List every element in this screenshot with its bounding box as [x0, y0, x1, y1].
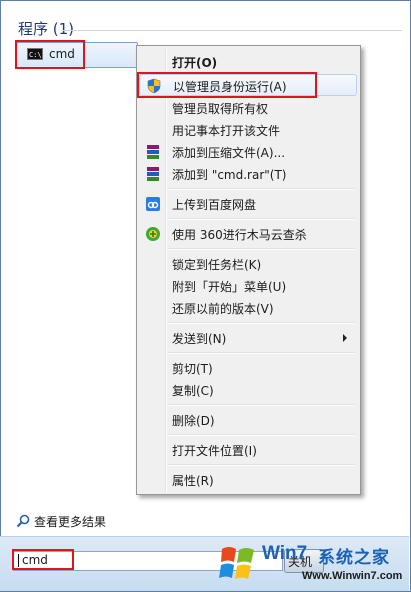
menu-separator	[167, 218, 355, 220]
menu-item-properties[interactable]: 属性(R)	[139, 469, 357, 491]
highlight-box-run-as-admin	[137, 72, 317, 98]
menu-item-open-with-notepad[interactable]: 用记事本打开该文件	[139, 119, 357, 141]
menu-separator	[167, 404, 355, 406]
highlight-box-result	[15, 40, 85, 69]
menu-item-label: 上传到百度网盘	[172, 198, 257, 212]
watermark-brand-text: 系统之家	[318, 548, 390, 568]
menu-item-label: 打开(O)	[172, 56, 218, 70]
submenu-arrow-icon	[343, 334, 347, 342]
menu-item-label: 附到「开始」菜单(U)	[172, 280, 287, 294]
menu-item-label: 还原以前的版本(V)	[172, 302, 274, 316]
menu-separator	[167, 352, 355, 354]
menu-item-copy[interactable]: 复制(C)	[139, 379, 357, 401]
menu-item-open-file-location[interactable]: 打开文件位置(I)	[139, 439, 357, 461]
watermark-site-url: Www.Winwin7.com	[302, 570, 403, 582]
menu-item-label: 删除(D)	[172, 414, 215, 428]
menu-item-cut[interactable]: 剪切(T)	[139, 357, 357, 379]
menu-item-add-to-cmd-rar[interactable]: 添加到 "cmd.rar"(T)	[139, 163, 357, 185]
menu-item-label: 添加到 "cmd.rar"(T)	[172, 168, 287, 182]
menu-item-label: 属性(R)	[172, 474, 214, 488]
watermark-win-text: Win7	[262, 543, 308, 564]
menu-item-pin-start[interactable]: 附到「开始」菜单(U)	[139, 275, 357, 297]
menu-item-label: 锁定到任务栏(K)	[172, 258, 262, 272]
menu-separator	[167, 188, 355, 190]
menu-item-take-ownership[interactable]: 管理员取得所有权	[139, 97, 357, 119]
menu-item-label: 管理员取得所有权	[172, 102, 269, 116]
menu-item-label: 用记事本打开该文件	[172, 124, 281, 138]
programs-section-header: 程序 (1)	[18, 20, 75, 38]
context-menu: 打开(O) 以管理员身份运行(A) 管理员取得所有权 用记事本打开该文件 添加到…	[136, 45, 361, 495]
menu-item-label: 复制(C)	[172, 384, 214, 398]
menu-item-add-to-archive[interactable]: 添加到压缩文件(A)...	[139, 141, 357, 163]
menu-item-label: 剪切(T)	[172, 362, 213, 376]
search-icon	[16, 514, 30, 528]
menu-item-label: 添加到压缩文件(A)...	[172, 146, 286, 160]
section-divider	[62, 30, 402, 31]
menu-item-open[interactable]: 打开(O)	[139, 51, 357, 73]
highlight-box-search	[12, 549, 74, 570]
winrar-icon	[147, 145, 159, 159]
menu-item-360-scan[interactable]: 使用 360进行木马云查杀	[139, 223, 357, 245]
menu-item-label: 发送到(N)	[172, 332, 227, 346]
menu-separator	[167, 434, 355, 436]
menu-item-delete[interactable]: 删除(D)	[139, 409, 357, 431]
menu-separator	[167, 322, 355, 324]
360-icon	[146, 227, 160, 241]
menu-separator	[167, 464, 355, 466]
menu-item-upload-baidu[interactable]: 上传到百度网盘	[139, 193, 357, 215]
see-more-label: 查看更多结果	[34, 515, 107, 529]
menu-separator	[167, 248, 355, 250]
menu-item-label: 打开文件位置(I)	[172, 444, 257, 458]
baidu-cloud-icon	[146, 197, 160, 211]
menu-item-restore-versions[interactable]: 还原以前的版本(V)	[139, 297, 357, 319]
menu-item-label: 使用 360进行木马云查杀	[172, 228, 307, 242]
winrar-icon	[147, 167, 159, 181]
menu-item-send-to[interactable]: 发送到(N)	[139, 327, 357, 349]
windows-logo-icon	[219, 547, 254, 579]
menu-item-pin-taskbar[interactable]: 锁定到任务栏(K)	[139, 253, 357, 275]
